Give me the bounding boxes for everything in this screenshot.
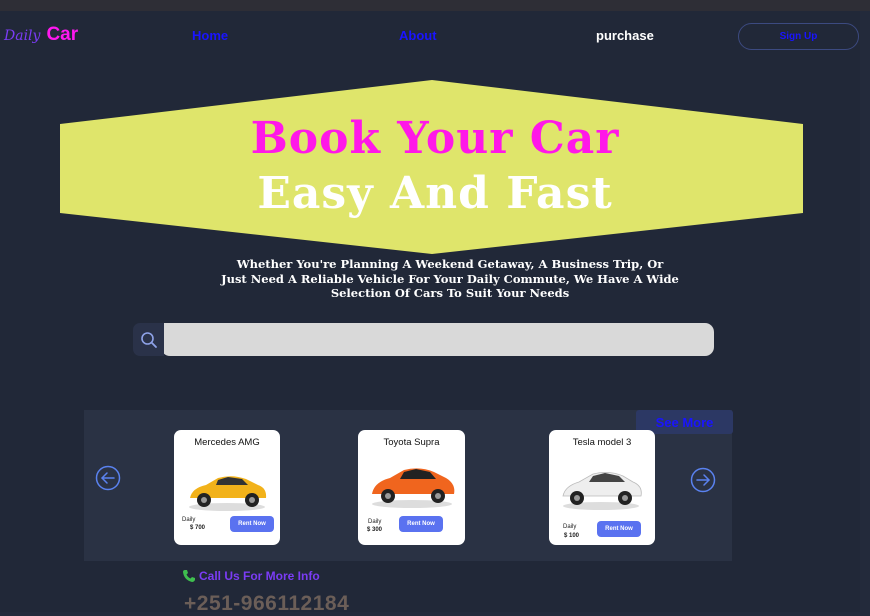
phone-number[interactable]: +251-966112184: [184, 592, 349, 616]
car-name: Toyota Supra: [383, 437, 440, 448]
hero-subtitle-line3: Selection Of Cars To Suit Your Needs: [330, 286, 570, 300]
rental-period: Daily: [563, 524, 577, 530]
search-button[interactable]: [133, 323, 164, 356]
car-name: Mercedes AMG: [194, 437, 260, 448]
car-card[interactable]: Mercedes AMG Daily $ 700 Rent Now: [174, 430, 280, 545]
rent-now-button[interactable]: Rent Now: [230, 516, 274, 532]
nav-purchase-link[interactable]: purchase: [596, 28, 654, 43]
hero-subtitle-line2: Just Need A Reliable Vehicle For Your Da…: [221, 271, 679, 286]
contact-label: Call Us For More Info: [199, 569, 320, 583]
brand-script-text: Daily: [4, 28, 41, 44]
nav-about-link[interactable]: About: [399, 28, 437, 43]
sign-up-button[interactable]: Sign Up: [738, 23, 859, 50]
search-icon: [140, 331, 157, 348]
hero-subtitle: Whether You're Planning A Weekend Getawa…: [215, 257, 685, 301]
car-price: $ 700: [190, 525, 206, 531]
car-card[interactable]: Tesla model 3 Daily $ 100 Rent Now: [549, 430, 655, 545]
contact-info: Call Us For More Info: [182, 569, 320, 583]
car-card[interactable]: Toyota Supra Daily $ 300 Rent Now: [358, 430, 465, 545]
top-strip: [0, 0, 870, 11]
car-image: [189, 476, 267, 511]
brand-logo[interactable]: Daily Car: [4, 24, 78, 48]
nav-home-link[interactable]: Home: [192, 28, 228, 43]
hero-subtitle-line1: Whether You're Planning A Weekend Getawa…: [236, 257, 664, 271]
arrow-left-circle-icon[interactable]: [95, 465, 121, 491]
car-name: Tesla model 3: [572, 437, 632, 448]
search-bar: [133, 323, 714, 356]
arrow-right-circle-icon[interactable]: [690, 467, 716, 493]
phone-icon: [183, 570, 195, 582]
rent-now-button[interactable]: Rent Now: [399, 516, 443, 532]
rental-period: Daily: [182, 517, 196, 523]
car-image: [562, 472, 642, 510]
car-price: $ 100: [564, 533, 580, 539]
rent-now-button[interactable]: Rent Now: [597, 521, 641, 537]
car-price: $ 300: [367, 527, 383, 533]
brand-main-text: Car: [46, 24, 79, 45]
car-image: [372, 468, 455, 508]
hero-title-line2: Easy And Fast: [257, 168, 613, 219]
hero-title-line1: Book Your Car: [250, 113, 620, 164]
search-input[interactable]: [161, 323, 714, 356]
rental-period: Daily: [368, 519, 382, 525]
